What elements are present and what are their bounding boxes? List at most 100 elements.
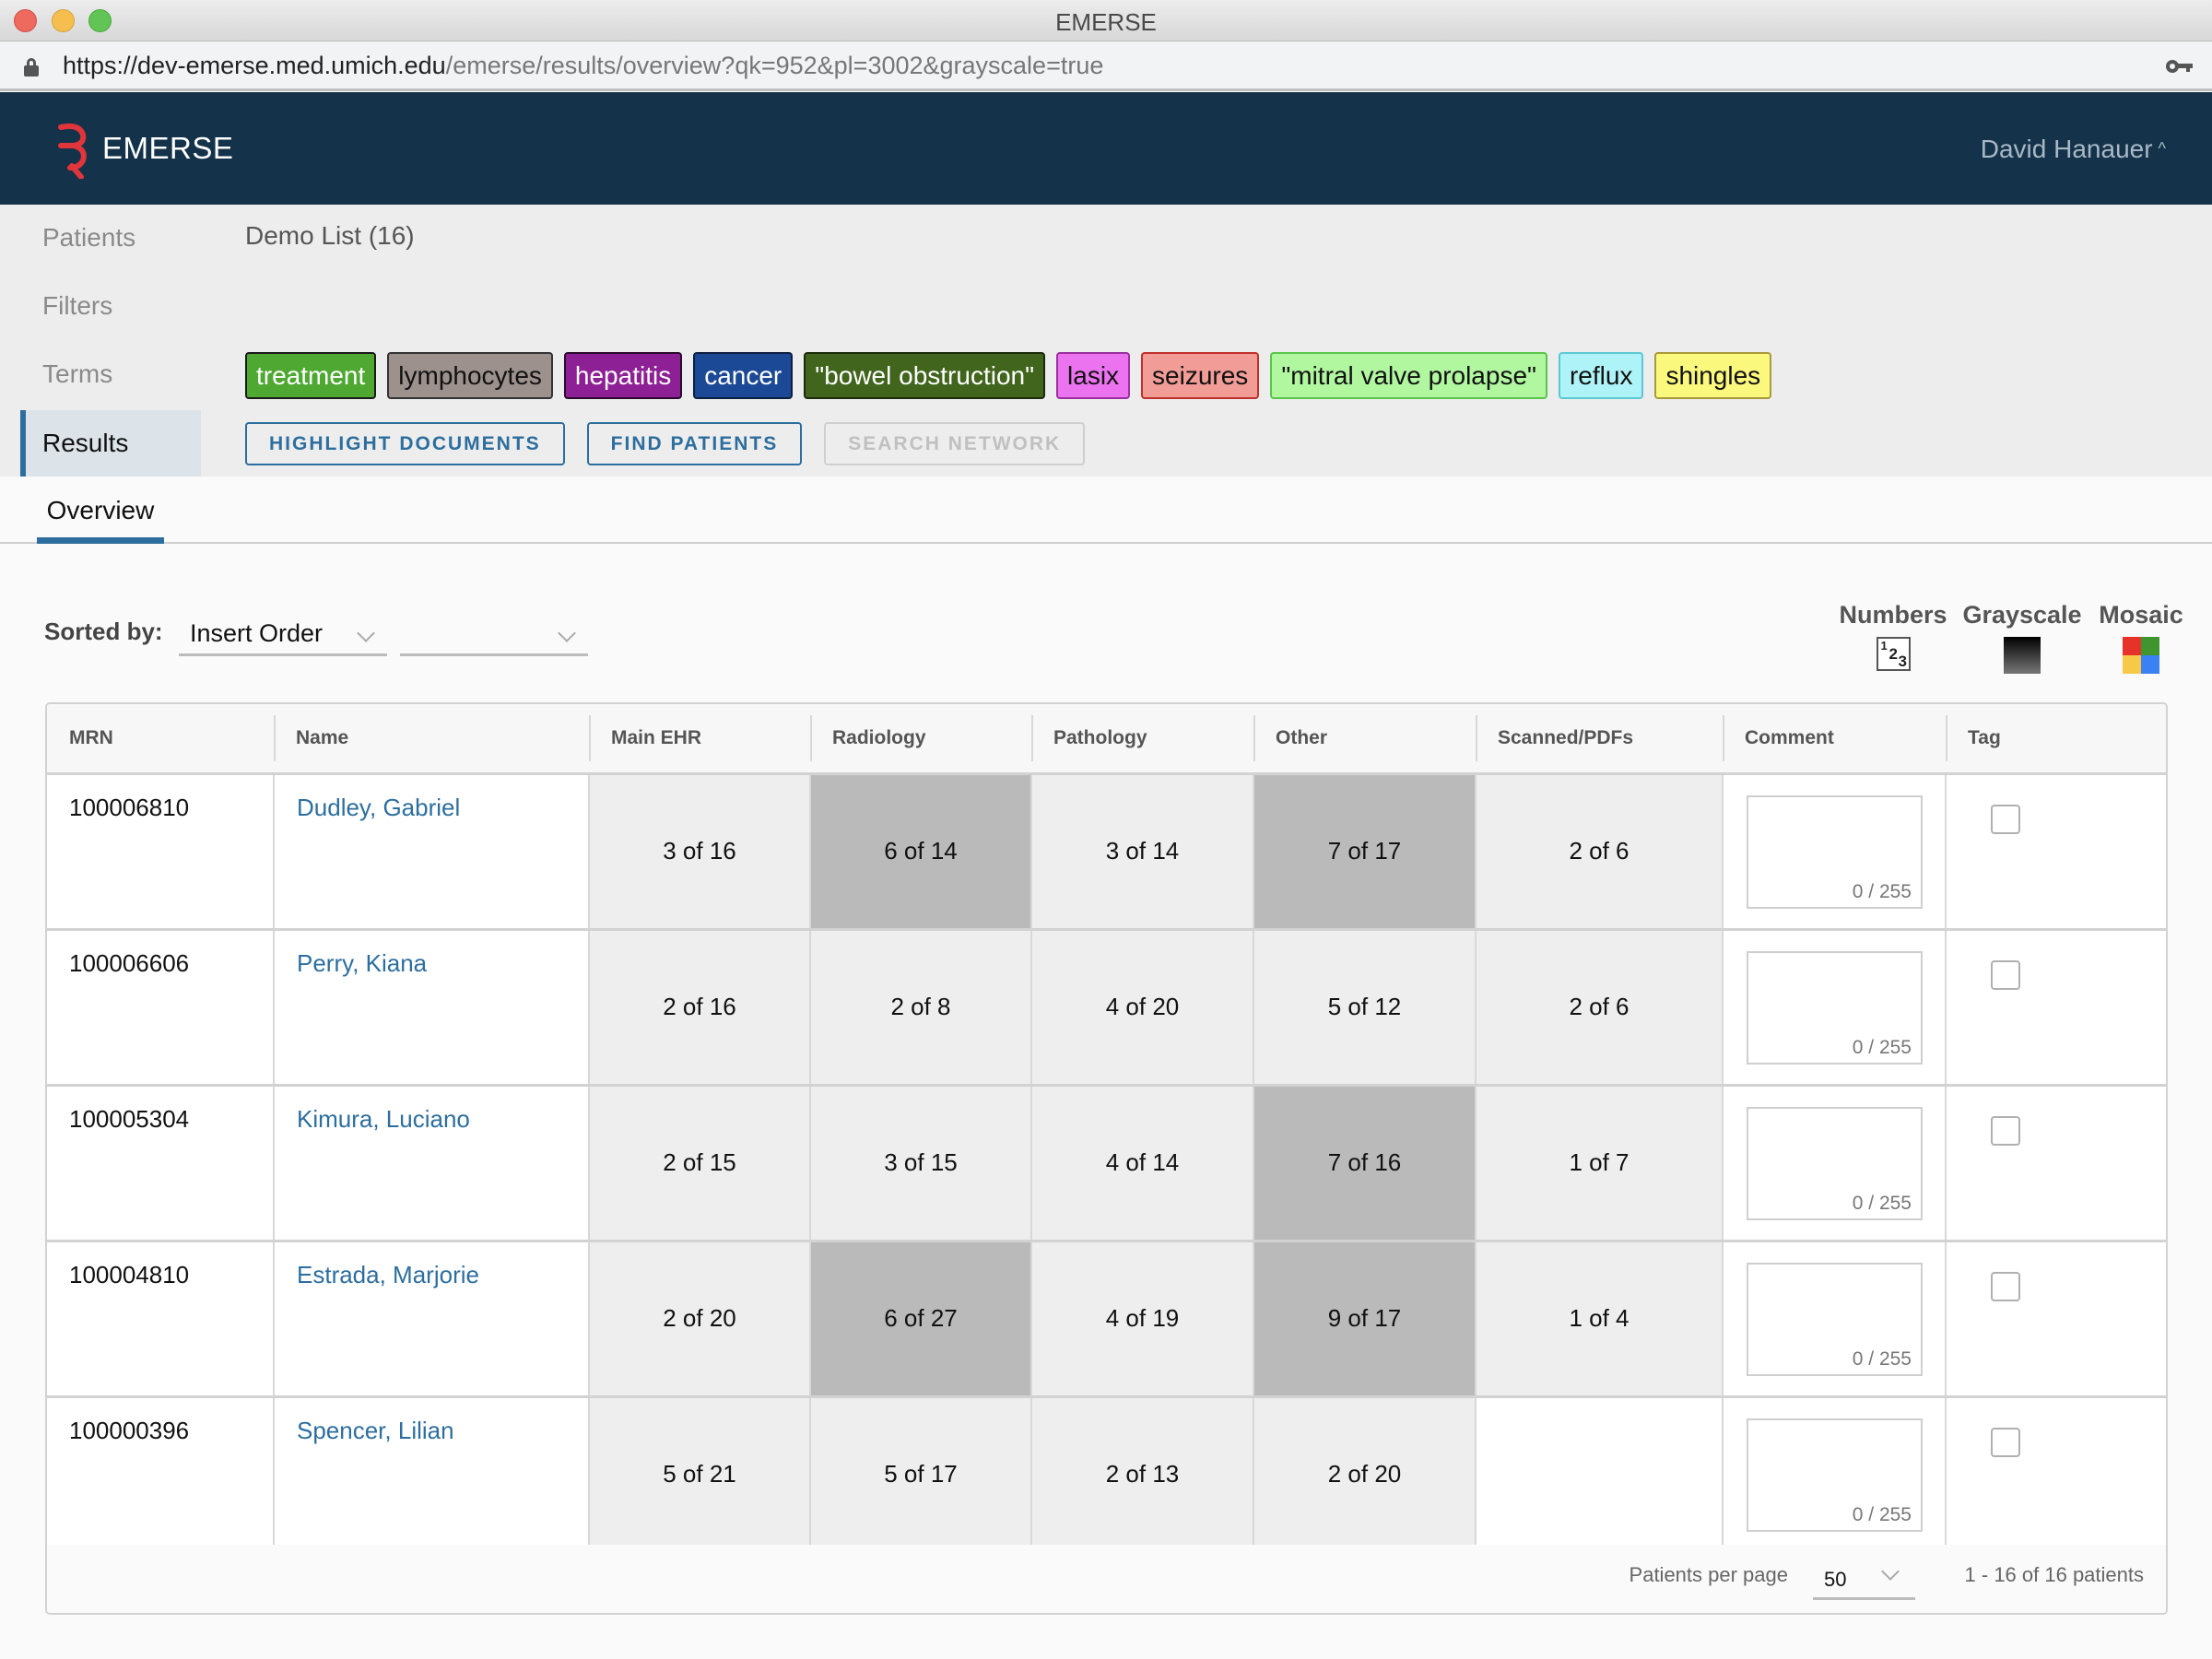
mrn-cell: 100005304 — [47, 1085, 274, 1242]
column-header-radiology[interactable]: Radiology — [810, 704, 1031, 775]
search-network-button: SEARCH NETWORK — [824, 422, 1086, 465]
table-header-row: MRN Name Main EHR Radiology Pathology Ot… — [47, 704, 2166, 775]
count-cell-pathology[interactable]: 3 of 14 — [1030, 773, 1253, 931]
count-cell-pathology[interactable]: 4 of 20 — [1030, 929, 1253, 1087]
per-page-select[interactable]: 50 — [1813, 1558, 1915, 1600]
count-cell-other[interactable]: 7 of 16 — [1253, 1085, 1476, 1242]
count-cell-radiology[interactable]: 5 of 17 — [809, 1396, 1031, 1554]
column-header-tag: Tag — [1946, 704, 2166, 775]
sidebar-item-filters[interactable]: Filters — [20, 273, 201, 339]
tag-checkbox[interactable] — [1991, 1271, 2020, 1301]
comment-char-counter: 0 / 255 — [1852, 880, 1912, 902]
url-path: /emerse/results/overview?qk=952&pl=3002&… — [445, 52, 1104, 79]
tab-overview[interactable]: Overview — [37, 477, 164, 544]
column-header-mrn[interactable]: MRN — [47, 704, 274, 775]
term-chip[interactable]: seizures — [1141, 352, 1260, 399]
view-mode-numbers[interactable]: Numbers 123 — [1832, 601, 1954, 671]
emerse-logo-icon[interactable] — [55, 122, 96, 179]
column-header-comment: Comment — [1723, 704, 1946, 775]
count-cell-main-ehr[interactable]: 5 of 21 — [588, 1396, 810, 1554]
term-chip[interactable]: lasix — [1056, 352, 1131, 399]
app-header: EMERSE David Hanauer ^ — [0, 92, 2212, 205]
tag-checkbox[interactable] — [1991, 804, 2020, 834]
comment-input[interactable]: 0 / 255 — [1747, 1418, 1923, 1532]
table-row: 100006810 Dudley, Gabriel 3 of 16 6 of 14 3 … — [47, 773, 2166, 931]
sidebar-item-results[interactable]: Results — [20, 410, 201, 477]
count-cell-main-ehr[interactable]: 2 of 16 — [588, 929, 810, 1087]
column-header-pathology[interactable]: Pathology — [1031, 704, 1253, 775]
comment-cell: 0 / 255 — [1722, 1085, 1946, 1242]
app-name[interactable]: EMERSE — [102, 131, 233, 166]
count-cell-main-ehr[interactable]: 2 of 20 — [588, 1241, 810, 1398]
term-chip[interactable]: lymphocytes — [387, 352, 553, 399]
count-cell-other[interactable]: 5 of 12 — [1253, 929, 1476, 1087]
patient-list-name[interactable]: Demo List (16) — [245, 221, 415, 251]
count-cell-radiology[interactable]: 6 of 27 — [809, 1241, 1031, 1398]
key-icon[interactable] — [2166, 57, 2194, 76]
term-chip[interactable]: "bowel obstruction" — [804, 352, 1046, 399]
count-cell-scanned[interactable]: 2 of 6 — [1475, 773, 1723, 931]
count-cell-other[interactable]: 2 of 20 — [1253, 1396, 1476, 1554]
column-header-scanned[interactable]: Scanned/PDFs — [1476, 704, 1723, 775]
name-cell: Kimura, Luciano — [273, 1085, 589, 1242]
user-menu[interactable]: David Hanauer ^ — [1981, 135, 2166, 164]
comment-char-counter: 0 / 255 — [1852, 1192, 1912, 1214]
url-text[interactable]: https://dev-emerse.med.umich.edu/emerse/… — [63, 52, 1103, 80]
sidebar-item-terms[interactable]: Terms — [20, 341, 201, 407]
patient-name-link[interactable]: Perry, Kiana — [297, 949, 427, 977]
count-cell-scanned[interactable]: 1 of 4 — [1475, 1241, 1723, 1398]
count-cell-other[interactable]: 9 of 17 — [1253, 1241, 1476, 1398]
name-cell: Spencer, Lilian — [273, 1396, 589, 1554]
search-terms: treatment lymphocytes hepatitis cancer "bowe… — [245, 352, 1772, 399]
mrn-cell: 100000396 — [47, 1396, 274, 1554]
find-patients-button[interactable]: FIND PATIENTS — [586, 422, 803, 465]
count-cell-radiology[interactable]: 2 of 8 — [809, 929, 1031, 1087]
term-chip[interactable]: reflux — [1558, 352, 1644, 399]
comment-input[interactable]: 0 / 255 — [1747, 794, 1923, 909]
count-cell-main-ehr[interactable]: 3 of 16 — [588, 773, 810, 931]
term-chip[interactable]: treatment — [245, 352, 377, 399]
address-bar[interactable]: https://dev-emerse.med.umich.edu/emerse/… — [0, 41, 2212, 91]
column-header-name[interactable]: Name — [274, 704, 589, 775]
term-chip[interactable]: hepatitis — [563, 352, 683, 399]
sidebar-item-patients[interactable]: Patients — [20, 205, 201, 271]
count-cell-pathology[interactable]: 4 of 14 — [1030, 1085, 1253, 1242]
count-cell-main-ehr[interactable]: 2 of 15 — [588, 1085, 810, 1242]
count-cell-pathology[interactable]: 2 of 13 — [1030, 1396, 1253, 1554]
term-chip[interactable]: shingles — [1654, 352, 1772, 399]
sort-secondary-select[interactable] — [400, 614, 588, 656]
per-page-value: 50 — [1824, 1568, 1847, 1591]
view-mode-grayscale[interactable]: Grayscale — [1959, 601, 2085, 674]
patient-name-link[interactable]: Spencer, Lilian — [297, 1417, 454, 1444]
tag-checkbox[interactable] — [1991, 1115, 2020, 1146]
column-header-main-ehr[interactable]: Main EHR — [589, 704, 810, 775]
view-mode-mosaic[interactable]: Mosaic — [2092, 601, 2190, 674]
sort-primary-select[interactable]: Insert Order — [179, 614, 387, 656]
tag-cell — [1945, 1085, 2166, 1242]
count-cell-radiology[interactable]: 6 of 14 — [809, 773, 1031, 931]
count-cell-scanned[interactable]: 1 of 7 — [1475, 1085, 1723, 1242]
term-chip[interactable]: cancer — [693, 352, 794, 399]
tag-checkbox[interactable] — [1991, 959, 2020, 990]
comment-input[interactable]: 0 / 255 — [1747, 1262, 1923, 1376]
mosaic-cell — [2123, 655, 2141, 674]
count-cell-other[interactable]: 7 of 17 — [1253, 773, 1476, 931]
sort-label: Sorted by: — [44, 618, 163, 645]
comment-input[interactable]: 0 / 255 — [1747, 950, 1923, 1065]
comment-cell: 0 / 255 — [1722, 1396, 1946, 1554]
count-cell-pathology[interactable]: 4 of 19 — [1030, 1241, 1253, 1398]
count-cell-radiology[interactable]: 3 of 15 — [809, 1085, 1031, 1242]
results-table: MRN Name Main EHR Radiology Pathology Ot… — [45, 702, 2168, 1615]
column-header-other[interactable]: Other — [1253, 704, 1476, 775]
tag-checkbox[interactable] — [1991, 1427, 2020, 1457]
count-cell-scanned[interactable]: 2 of 6 — [1475, 929, 1723, 1087]
patient-name-link[interactable]: Dudley, Gabriel — [297, 794, 460, 821]
term-chip[interactable]: "mitral valve prolapse" — [1270, 352, 1547, 399]
mrn-cell: 100006606 — [47, 929, 274, 1087]
comment-input[interactable]: 0 / 255 — [1747, 1106, 1923, 1220]
patient-name-link[interactable]: Kimura, Luciano — [297, 1105, 470, 1133]
tag-cell — [1945, 929, 2166, 1087]
highlight-documents-button[interactable]: HIGHLIGHT DOCUMENTS — [245, 422, 565, 465]
tag-cell — [1945, 1241, 2166, 1398]
patient-name-link[interactable]: Estrada, Marjorie — [297, 1261, 479, 1288]
